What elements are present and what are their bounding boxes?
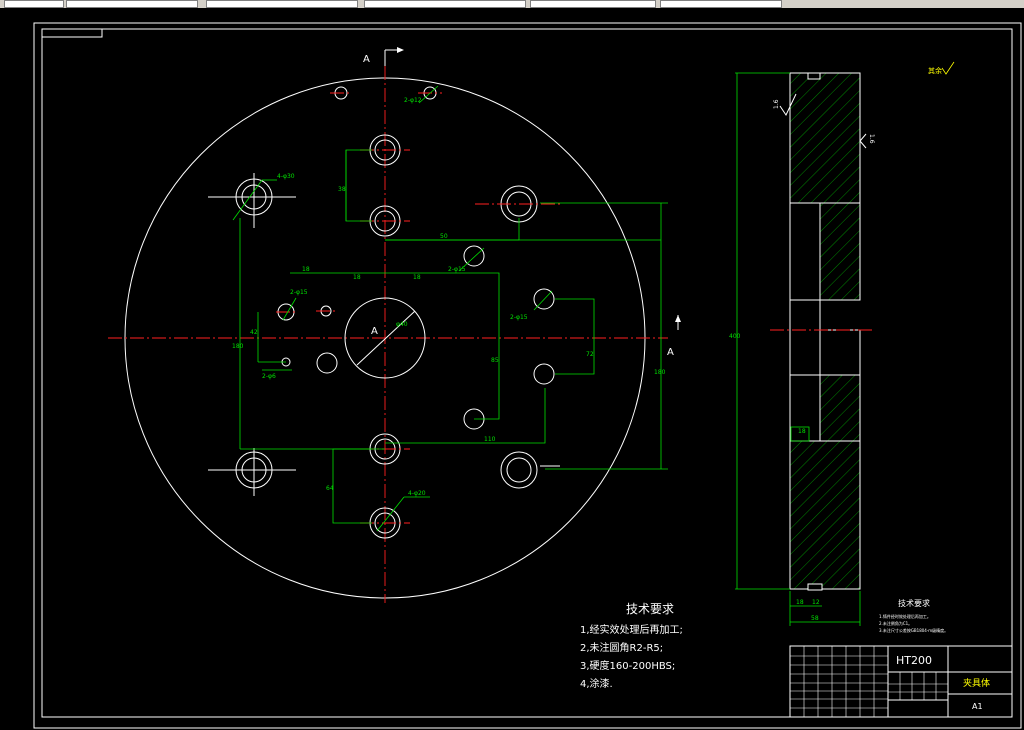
section-marker-top: A [363,47,404,66]
hole-d15-upper-right [463,245,485,267]
tech-req-item-1: 1,经实效处理后再加工; [580,623,683,636]
dim-label-v7: 64 [326,485,334,492]
dim-label-hole-d15-right: 2-φ15 [510,314,528,321]
dim-label-hole-d15-mid: 2-φ15 [290,289,308,296]
roughness-right-value: 1.6 [868,134,875,144]
dim-label-hole-d6: 2-φ6 [262,373,276,380]
dim-label-hole-d30: 4-φ30 [277,173,295,180]
inner-drawing-frame [41,28,1013,718]
dim-label-v2: 42 [250,329,258,336]
section-label-top: A [363,54,370,65]
dim-label-v6: 180 [654,369,666,376]
hole-d30-top-left [208,173,296,228]
dim-label-h2: 18 [302,266,310,273]
dim-label-v3: 180 [232,343,244,350]
dim-label-v5: 72 [586,351,594,358]
dim-label-hole-d20: 4-φ20 [408,490,426,497]
side-height-label: 400 [729,333,741,340]
application-toolbar-strip [0,0,1024,8]
side-note-title: 技术要求 [898,598,930,608]
hole-d12-top-left [330,86,352,100]
color-dropdown[interactable] [206,0,358,8]
title-block: HT200 夹具体 A1 [789,645,1013,718]
center-bore-label: A [371,326,378,337]
dim-label-v1: 38 [338,186,346,193]
layer-name-field[interactable] [66,0,198,8]
dim-label-h4: 18 [413,274,421,281]
section-view: 400 18 12 58 18 1.6 1.6 [729,72,875,626]
drawing-canvas[interactable]: 4-φ30 2-φ12 2-φ15 2-φ15 2-φ15 2-φ6 4-φ20… [0,8,1024,730]
section-label-right: A [667,347,674,358]
side-bottom-total-label: 58 [811,615,819,622]
side-bottom-b-label: 12 [812,599,820,606]
dim-label-v4: 85 [491,357,499,364]
layer-dropdown[interactable] [4,0,64,8]
material-label: HT200 [896,654,932,667]
side-note-item-3: 3.未注尺寸公差按GB1804-m级精度。 [879,627,948,633]
dim-label-hole-d12: 2-φ12 [404,97,422,104]
hole-d30-bottom-left [208,448,296,496]
surface-finish-text: 其余 [928,66,942,75]
sheet-size-label: A1 [972,702,983,711]
hole-d15-lower-right [533,363,555,385]
front-view-dimensions: 4-φ30 2-φ12 2-φ15 2-φ15 2-φ15 2-φ6 4-φ20… [232,85,668,532]
front-view [108,66,668,603]
dim-label-h5: 110 [484,436,496,443]
hole-d30-top-right [475,185,560,223]
lineweight-dropdown[interactable] [530,0,656,8]
side-bottom-a-label: 18 [796,599,804,606]
part-name-label: 夹具体 [963,677,990,689]
tech-req-item-3: 3,硬度160-200HBS; [580,659,675,672]
dim-label-h1: 50 [440,233,448,240]
linetype-dropdown[interactable] [364,0,526,8]
dim-label-h3: 18 [353,274,361,281]
section-marker-right: A [667,315,681,358]
outer-sheet-frame [33,22,1022,729]
surface-finish-note: 其余 [928,61,955,75]
tech-req-item-4: 4,涂漆. [580,677,613,690]
tech-req-title: 技术要求 [626,602,674,616]
roughness-top-value: 1.6 [773,99,780,109]
dim-label-hole-d15-pair: 2-φ15 [448,266,466,273]
side-note-item-2: 2.未注倒角为C1。 [879,620,912,626]
plotstyle-dropdown[interactable] [660,0,782,8]
tech-requirements-main: 技术要求 1,经实效处理后再加工; 2,未注圆角R2-R5; 3,硬度160-2… [580,602,683,690]
side-slot-label: 18 [798,428,806,435]
hole-d15-left-lower [316,352,338,374]
dim-label-center-bore: φ40 [396,321,408,328]
hole-d30-bottom-right [500,451,560,489]
tech-req-item-2: 2,未注圆角R2-R5; [580,641,663,654]
corner-code-box [41,28,103,38]
tech-requirements-side: 技术要求 1.铸件经时效处理后再加工。 2.未注倒角为C1。 3.未注尺寸公差按… [879,598,948,633]
side-note-item-1: 1.铸件经时效处理后再加工。 [879,613,931,619]
